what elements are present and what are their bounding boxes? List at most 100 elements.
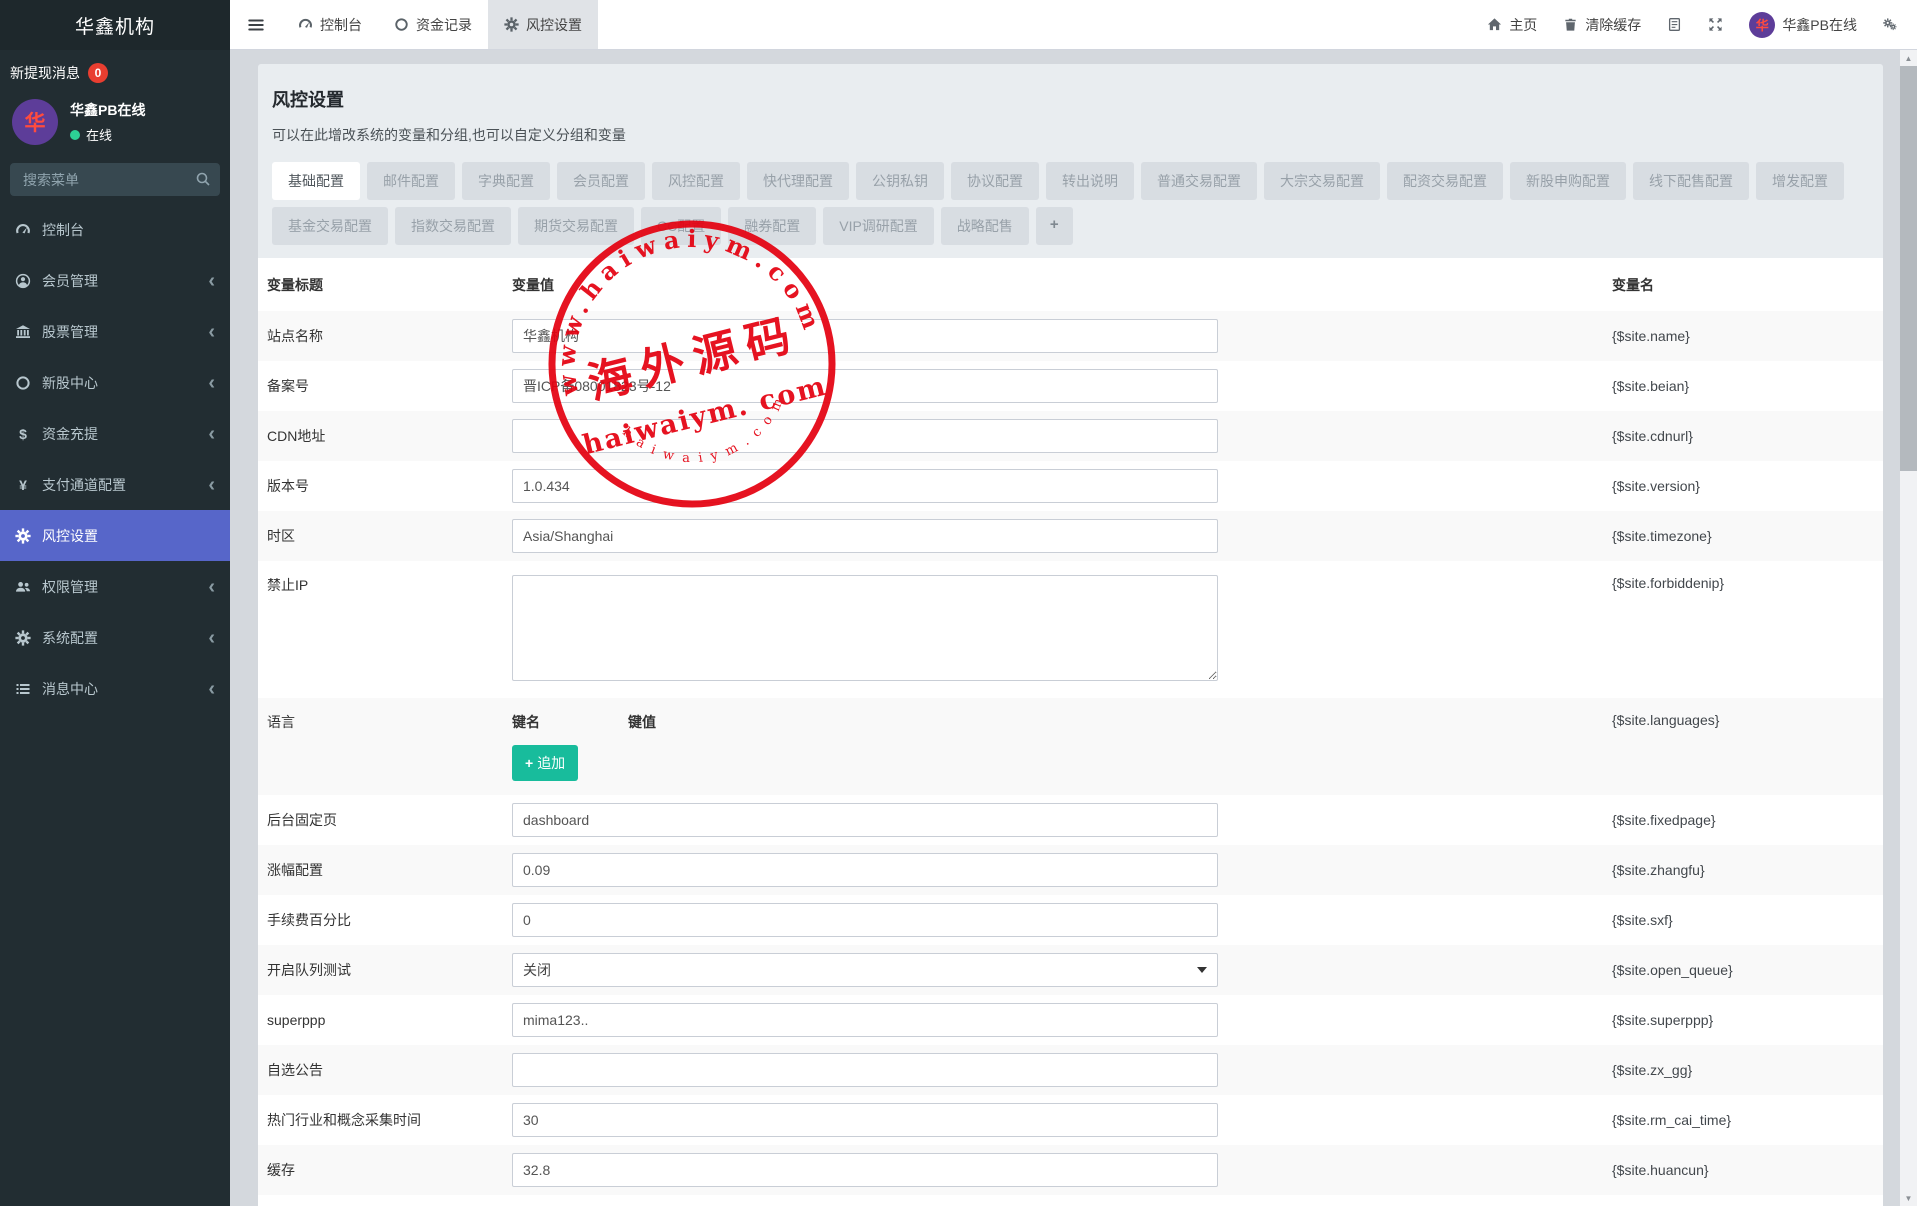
gear-icon [15,528,31,544]
field-label: 时区 [267,526,512,546]
top-tab-dashboard[interactable]: 控制台 [282,0,378,49]
variable-name: {$site.forbiddenip} [1612,575,1883,591]
config-tab-margin-trade[interactable]: 配资交易配置 [1387,162,1503,200]
vertical-scrollbar[interactable]: ▲ ▼ [1900,50,1917,1206]
config-tab-transfer-note[interactable]: 转出说明 [1046,162,1134,200]
field-value [512,519,1612,553]
config-tab-fast-proxy[interactable]: 快代理配置 [747,162,849,200]
settings-button[interactable] [1870,0,1911,49]
config-tab-additional-issue[interactable]: 增发配置 [1756,162,1844,200]
config-tab-vip-research[interactable]: VIP调研配置 [823,207,934,245]
user-status[interactable]: 在线 [70,125,145,144]
config-tab-offline-placement[interactable]: 线下配售配置 [1633,162,1749,200]
site-name-input[interactable] [512,319,1218,353]
config-tab-mail[interactable]: 邮件配置 [367,162,455,200]
config-tab-margin-short[interactable]: 融券配置 [728,207,816,245]
forbiddenip-textarea[interactable] [512,575,1218,681]
circle-icon [394,17,409,32]
fixedpage-input[interactable] [512,803,1218,837]
chevron-left-icon: ‹ [208,679,215,699]
variable-name: {$site.sxf} [1612,912,1883,928]
new-withdraw-message[interactable]: 新提现消息 0 [0,50,230,89]
avatar[interactable]: 华 [12,99,58,145]
sidebar-toggle-button[interactable] [230,0,282,49]
form-row-fixedpage: 后台固定页{$site.fixedpage} [258,795,1883,845]
scrollbar-thumb[interactable] [1900,66,1917,471]
config-tab-index-trade[interactable]: 指数交易配置 [395,207,511,245]
home-link[interactable]: 主页 [1474,0,1550,49]
sidebar-item-ipo-center[interactable]: 新股中心‹ [0,357,230,408]
sidebar-item-payment-channels[interactable]: ¥支付通道配置‹ [0,459,230,510]
sidebar-item-system-config[interactable]: 系统配置‹ [0,612,230,663]
scroll-up-arrow-icon[interactable]: ▲ [1900,50,1917,66]
form-row-zhangfu: 涨幅配置{$site.zhangfu} [258,845,1883,895]
sidebar-item-risk-settings[interactable]: 风控设置 [0,510,230,561]
sidebar-item-dashboard[interactable]: 控制台 [0,204,230,255]
append-button[interactable]: +追加 [512,745,578,781]
form-row-superppp: superppp{$site.superppp} [258,995,1883,1045]
field-value: 键名键值+追加 [512,712,1612,781]
config-tab-dict[interactable]: 字典配置 [462,162,550,200]
config-tab-cc[interactable]: CC配置 [641,207,721,245]
beian-input[interactable] [512,369,1218,403]
sidebar-item-members[interactable]: 会员管理‹ [0,255,230,306]
superppp-input[interactable] [512,1003,1218,1037]
cdnurl-input[interactable] [512,419,1218,453]
brand-logo[interactable]: 华鑫机构 [0,0,230,50]
variable-name: {$site.timezone} [1612,528,1883,544]
add-tab-button[interactable]: + [1036,207,1073,245]
navbar-right: 主页 清除缓存 华 华鑫PB在线 [1474,0,1917,49]
config-tab-futures-trade[interactable]: 期货交易配置 [518,207,634,245]
field-value [512,575,1612,684]
form-header-row: 变量标题 变量值 变量名 [258,258,1883,311]
search-icon[interactable] [195,171,211,187]
config-tab-risk[interactable]: 风控配置 [652,162,740,200]
form-row-open-queue: 开启队列测试关闭{$site.open_queue} [258,945,1883,995]
zhangfu-input[interactable] [512,853,1218,887]
page-subtitle: 可以在此增改系统的变量和分组,也可以自定义分组和变量 [272,125,1869,145]
clear-cache-label: 清除缓存 [1585,15,1641,35]
config-tab-member[interactable]: 会员配置 [557,162,645,200]
version-input[interactable] [512,469,1218,503]
zx-gg-input[interactable] [512,1053,1218,1087]
top-tab-fund-records[interactable]: 资金记录 [378,0,488,49]
clear-cache-link[interactable]: 清除缓存 [1550,0,1654,49]
sxf-input[interactable] [512,903,1218,937]
sidebar-item-permissions[interactable]: 权限管理‹ [0,561,230,612]
form-row-timezone: 时区 {$site.timezone} [258,511,1883,561]
scroll-down-arrow-icon[interactable]: ▼ [1900,1190,1917,1206]
fullscreen-button[interactable] [1695,0,1736,49]
config-tab-normal-trade[interactable]: 普通交易配置 [1141,162,1257,200]
config-tab-keys[interactable]: 公钥私钥 [856,162,944,200]
field-value [512,1053,1612,1087]
config-tab-block-trade[interactable]: 大宗交易配置 [1264,162,1380,200]
config-tab-fund-trade[interactable]: 基金交易配置 [272,207,388,245]
sidebar-item-message-center[interactable]: 消息中心‹ [0,663,230,714]
timezone-input[interactable] [512,519,1218,553]
variable-name: {$site.zx_gg} [1612,1062,1883,1078]
config-tab-ipo-subscribe[interactable]: 新股申购配置 [1510,162,1626,200]
field-value [512,369,1612,403]
open-queue-select[interactable]: 关闭 [512,953,1218,987]
docs-button[interactable] [1654,0,1695,49]
caret-down-icon [1197,967,1207,973]
rm-cai-time-input[interactable] [512,1103,1218,1137]
huancun-input[interactable] [512,1153,1218,1187]
variable-name: {$site.languages} [1612,712,1883,728]
search-input[interactable] [10,163,220,196]
sidebar-item-label: 系统配置 [42,628,98,648]
config-tab-protocol[interactable]: 协议配置 [951,162,1039,200]
header-var-title: 变量标题 [267,275,512,295]
variable-name: {$site.rm_cai_time} [1612,1112,1883,1128]
sidebar-item-funds[interactable]: $资金充提‹ [0,408,230,459]
config-tab-strategic-placement[interactable]: 战略配售 [941,207,1029,245]
brand-logo-text: 华鑫机构 [75,12,155,39]
form-row-sxf: 手续费百分比{$site.sxf} [258,895,1883,945]
sidebar-item-stocks[interactable]: 股票管理‹ [0,306,230,357]
top-tab-risk-settings[interactable]: 风控设置 [488,0,598,49]
form-rows: 站点名称{$site.name}备案号{$site.beian}CDN地址{$s… [258,311,1883,1206]
config-tab-basic[interactable]: 基础配置 [272,162,360,200]
top-navbar: 控制台资金记录风控设置 主页 清除缓存 华 华鑫PB在线 [230,0,1917,50]
user-menu[interactable]: 华 华鑫PB在线 [1736,0,1870,49]
chevron-left-icon: ‹ [208,322,215,342]
